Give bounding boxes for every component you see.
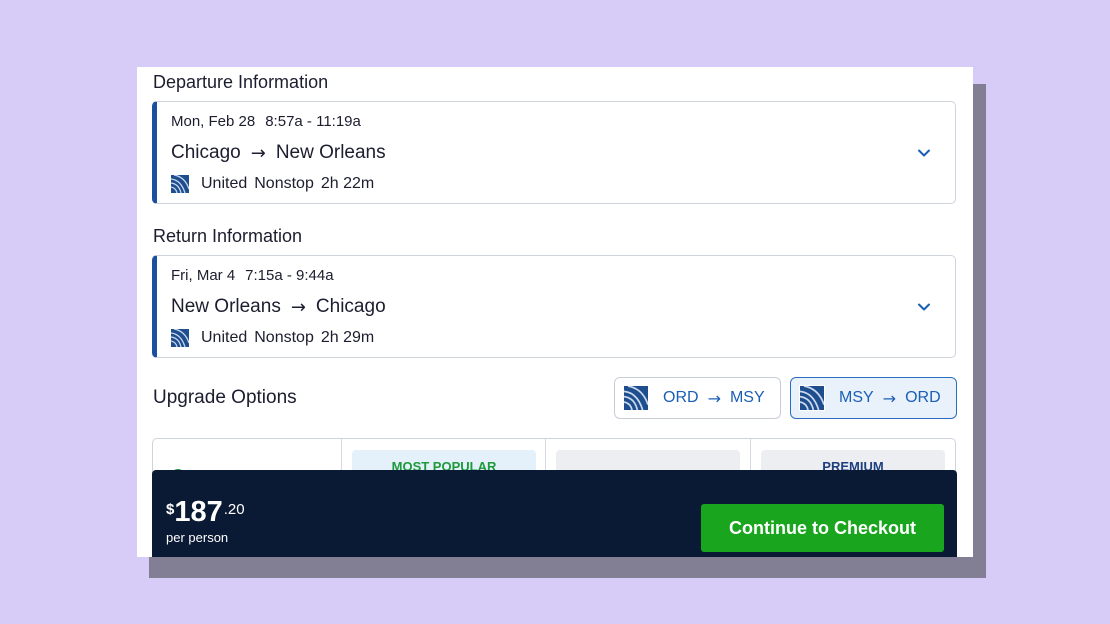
return-flight-card[interactable]: Fri, Mar 4 7:15a - 9:44a New Orleans → Ch… <box>152 255 956 358</box>
booking-summary-card: Departure Information Mon, Feb 28 8:57a -… <box>137 67 973 557</box>
continue-to-checkout-button[interactable]: Continue to Checkout <box>701 504 944 552</box>
departure-stops: Nonstop <box>254 175 314 192</box>
departure-flight-meta: United Nonstop 2h 22m <box>171 175 381 193</box>
arrow-right-icon: → <box>882 388 897 408</box>
segment-from: MSY <box>839 389 874 406</box>
arrow-right-icon: → <box>250 142 266 164</box>
return-route: New Orleans → Chicago <box>171 296 386 318</box>
return-section-title: Return Information <box>153 226 303 246</box>
return-time: 7:15a - 9:44a <box>245 267 334 284</box>
price-whole: 187 <box>174 496 223 528</box>
return-duration: 2h 29m <box>320 329 375 346</box>
chevron-down-icon[interactable] <box>917 146 931 160</box>
upgrade-options-title: Upgrade Options <box>153 387 297 408</box>
departure-destination: New Orleans <box>275 142 386 163</box>
chevron-down-icon[interactable] <box>917 300 931 314</box>
segment-to: ORD <box>905 389 941 406</box>
arrow-right-icon: → <box>290 296 306 318</box>
return-airline: United <box>201 329 248 346</box>
departure-airline: United <box>201 175 248 192</box>
arrow-right-icon: → <box>707 388 721 408</box>
departure-date: Mon, Feb 28 <box>171 113 256 130</box>
total-price: $ 187 .20 <box>166 498 245 527</box>
united-logo-icon <box>623 385 649 411</box>
return-stops: Nonstop <box>254 329 314 346</box>
segment-to: MSY <box>729 389 765 406</box>
departure-date-time: Mon, Feb 28 8:57a - 11:19a <box>171 113 361 130</box>
departure-duration: 2h 22m <box>320 175 375 192</box>
return-destination: Chicago <box>315 296 386 317</box>
return-flight-meta: United Nonstop 2h 29m <box>171 329 381 347</box>
price-currency: $ <box>166 501 175 518</box>
united-logo-icon <box>799 385 825 411</box>
return-date-time: Fri, Mar 4 7:15a - 9:44a <box>171 267 334 284</box>
price-cents: .20 <box>223 501 245 518</box>
return-origin: New Orleans <box>171 296 281 317</box>
departure-origin: Chicago <box>171 142 241 163</box>
segment-from: ORD <box>663 389 699 406</box>
departure-section-title: Departure Information <box>153 72 329 92</box>
segment-button-msy-ord[interactable]: MSY → ORD <box>790 377 957 419</box>
per-person-label: per person <box>166 530 229 545</box>
return-date: Fri, Mar 4 <box>171 267 236 284</box>
departure-route: Chicago → New Orleans <box>171 142 386 164</box>
united-logo-icon <box>171 329 189 347</box>
departure-flight-card[interactable]: Mon, Feb 28 8:57a - 11:19a Chicago → New … <box>152 101 956 204</box>
departure-time: 8:57a - 11:19a <box>265 113 361 130</box>
united-logo-icon <box>171 175 189 193</box>
segment-button-ord-msy[interactable]: ORD → MSY <box>614 377 781 419</box>
checkout-footer: $ 187 .20 per person Continue to Checkou… <box>152 470 957 557</box>
